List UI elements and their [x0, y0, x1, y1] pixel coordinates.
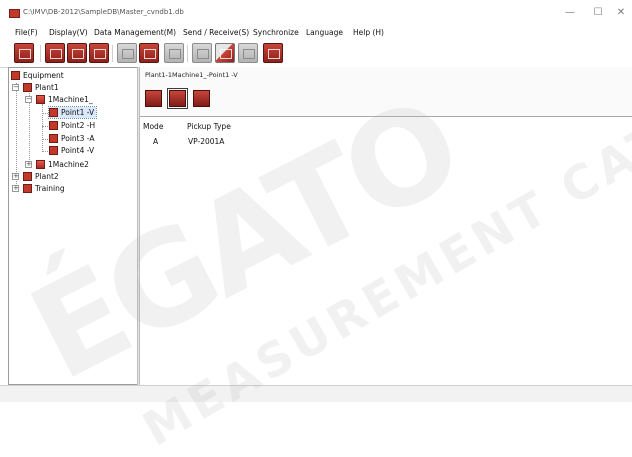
expand-icon[interactable]: +: [12, 185, 19, 192]
tree-node-plant1[interactable]: − Plant1: [12, 82, 92, 93]
tree-node-plant2[interactable]: + Plant2: [12, 171, 92, 182]
toolbar-route-button[interactable]: [139, 43, 159, 63]
toolbar-sync-button[interactable]: [164, 43, 184, 63]
point-icon: [49, 121, 58, 130]
toolbar-send-button[interactable]: [215, 43, 235, 63]
plant-icon: [23, 184, 32, 193]
tree-connector-line: [42, 104, 43, 152]
tree-node-point3[interactable]: Point3 -A: [49, 133, 99, 144]
detail-path: Plant1-1Machine1_-Point1 -V: [145, 71, 238, 79]
route-icon: [144, 49, 156, 59]
send-icon: [220, 49, 232, 59]
toolbar-separator: [187, 45, 188, 62]
tree-node-label: Point2 -H: [61, 121, 96, 130]
toolbar-settings-button[interactable]: [67, 43, 87, 63]
tree-node-label: Training: [35, 184, 65, 193]
status-bar: [0, 385, 632, 402]
menu-synchronize[interactable]: Synchronize: [253, 28, 299, 37]
column-header-pickup-type: Pickup Type: [187, 122, 231, 131]
plant-icon: [23, 83, 32, 92]
tree-node-machine1[interactable]: − 1Machine1_: [25, 94, 115, 105]
collapse-icon[interactable]: −: [12, 84, 19, 91]
tree-node-point2[interactable]: Point2 -H: [49, 120, 99, 131]
tree-node-point1[interactable]: Point1 -V: [48, 106, 97, 119]
measurement-mode-button-3[interactable]: [193, 90, 210, 107]
pickup-type-cell[interactable]: VP-2001A: [188, 137, 224, 146]
mode-cell[interactable]: A: [153, 137, 158, 146]
window-title: C:\IMV\DB-2012\SampleDB\Master_cvndb1.db: [23, 8, 184, 16]
tree-node-label: Plant1: [35, 83, 59, 92]
minimize-button[interactable]: —: [559, 6, 581, 20]
menu-send-receive[interactable]: Send / Receive(S): [183, 28, 249, 37]
equipment-icon: [11, 71, 20, 80]
tree-node-label: Point1 -V: [61, 108, 95, 117]
sync-icon: [169, 49, 181, 59]
toolbar: [0, 41, 632, 68]
point-icon: [49, 146, 58, 155]
menu-language[interactable]: Language: [306, 28, 343, 37]
detail-header: Plant1-1Machine1_-Point1 -V: [140, 67, 632, 117]
title-bar: C:\IMV\DB-2012\SampleDB\Master_cvndb1.db…: [0, 0, 632, 26]
maximize-button[interactable]: ☐: [587, 6, 609, 20]
tree-node-label: Point3 -A: [61, 134, 95, 143]
gear-icon: [72, 49, 84, 59]
toolbar-separator: [40, 45, 41, 62]
tree-root-equipment[interactable]: Equipment: [11, 70, 91, 81]
expand-icon[interactable]: +: [12, 173, 19, 180]
menu-file[interactable]: File(F): [15, 28, 38, 37]
tree-node-point4[interactable]: Point4 -V: [49, 145, 99, 156]
app-icon: [9, 9, 20, 18]
toolbar-equipment-button[interactable]: [45, 43, 65, 63]
equipment-icon: [50, 49, 62, 59]
collapse-icon[interactable]: −: [25, 96, 32, 103]
point-detail-panel: Plant1-1Machine1_-Point1 -V Mode Pickup …: [140, 67, 632, 385]
toolbar-print-button[interactable]: [192, 43, 212, 63]
toolbar-transfer-button[interactable]: [117, 43, 137, 63]
tree-node-label: Point4 -V: [61, 146, 95, 155]
menu-display[interactable]: Display(V): [49, 28, 88, 37]
print-icon: [197, 49, 209, 59]
toolbar-open-database-button[interactable]: [14, 43, 34, 63]
menu-bar: File(F) Display(V) Data Management(M) Se…: [0, 26, 632, 41]
menu-data-management[interactable]: Data Management(M): [94, 28, 176, 37]
menu-help[interactable]: Help (H): [353, 28, 384, 37]
point-icon: [49, 134, 58, 143]
tree-node-training[interactable]: + Training: [12, 183, 92, 194]
machine-icon: [36, 160, 45, 169]
toolbar-separator: [112, 45, 113, 62]
transfer-icon: [122, 49, 134, 59]
measurement-mode-button-1[interactable]: [145, 90, 162, 107]
tree-node-label: Plant2: [35, 172, 59, 181]
toolbar-receive-button[interactable]: [238, 43, 258, 63]
machine-icon: [36, 95, 45, 104]
exit-icon: [268, 49, 280, 59]
toolbar-exit-button[interactable]: [263, 43, 283, 63]
tree-node-machine2[interactable]: + 1Machine2: [25, 159, 115, 170]
toolbar-delete-button[interactable]: [89, 43, 109, 63]
expand-icon[interactable]: +: [25, 161, 32, 168]
tree-node-label: Equipment: [23, 71, 64, 80]
measurement-mode-button-2[interactable]: [167, 88, 188, 109]
point-icon: [49, 108, 58, 117]
delete-icon: [94, 49, 106, 59]
close-button[interactable]: ✕: [610, 6, 632, 20]
equipment-tree: Equipment − Plant1 − 1Machine1_ Point1 -…: [8, 67, 137, 385]
receive-icon: [243, 49, 255, 59]
database-icon: [19, 49, 31, 59]
tree-node-label: 1Machine1_: [48, 95, 93, 104]
plant-icon: [23, 172, 32, 181]
column-header-mode: Mode: [143, 122, 164, 131]
tree-node-label: 1Machine2: [48, 160, 89, 169]
